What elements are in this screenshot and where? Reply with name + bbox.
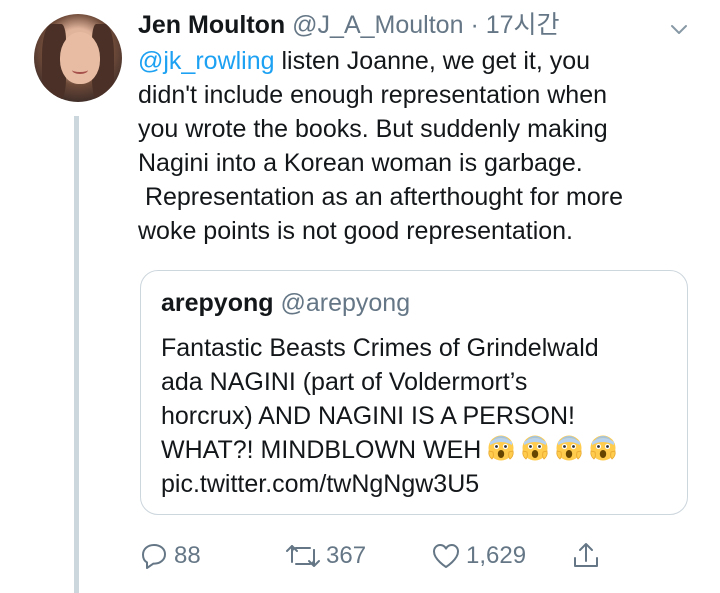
quoted-text-line: ada NAGINI (part of Voldermort’s — [161, 368, 528, 396]
quoted-author-name: arepyong — [161, 289, 274, 317]
tweet-text-line: Representation as an afterthought for mo… — [138, 183, 624, 211]
quoted-author-handle: @arepyong — [280, 289, 411, 317]
screaming-face-emoji — [488, 435, 514, 461]
reply-icon — [142, 544, 166, 569]
tweet-text-line: didn't include enough representation whe… — [138, 81, 608, 109]
reply-count: 88 — [174, 542, 201, 569]
heart-icon — [433, 544, 459, 568]
emoji-group — [481, 435, 617, 464]
quoted-text-segment: WHAT?! MINDBLOWN WEH — [161, 436, 482, 464]
mention-link[interactable]: @jk_rowling — [138, 47, 275, 75]
tweet-header: Jen Moulton @J_A_Moulton · 17시간 — [138, 8, 560, 42]
screaming-face-emoji — [556, 435, 582, 461]
quoted-text-line: Fantastic Beasts Crimes of Grindelwald — [161, 334, 599, 362]
tweet-text-line: @jk_rowling listen Joanne, we get it, yo… — [138, 44, 698, 78]
author-avatar[interactable] — [34, 14, 122, 102]
share-icon — [574, 543, 598, 567]
tweet-text-segment: listen Joanne, we get it, you — [274, 47, 591, 75]
like-count: 1,629 — [466, 542, 527, 569]
author-handle[interactable]: @J_A_Moulton — [292, 11, 463, 39]
quoted-pic-link[interactable]: pic.twitter.com/twNgNgw3U5 — [161, 467, 681, 501]
author-name[interactable]: Jen Moulton — [138, 11, 285, 39]
quoted-text-line: horcrux) AND NAGINI IS A PERSON! — [161, 402, 576, 430]
like-button[interactable]: 1,629 — [430, 538, 526, 574]
thread-connector-line — [74, 116, 79, 593]
tweet-text-line: woke points is not good representation. — [138, 217, 573, 245]
tweet-timestamp[interactable]: 17시간 — [486, 11, 560, 39]
retweet-button[interactable]: 367 — [284, 538, 366, 574]
retweet-count: 367 — [326, 542, 367, 569]
chevron-down-icon[interactable] — [668, 18, 690, 40]
quoted-tweet-card[interactable]: arepyong @arepyong Fantastic Beasts Crim… — [140, 270, 688, 515]
tweet-text-line: you wrote the books. But suddenly making — [138, 115, 608, 143]
avatar-face — [60, 32, 100, 84]
quoted-tweet-header: arepyong @arepyong — [161, 287, 410, 319]
reply-button[interactable]: 88 — [138, 538, 201, 574]
screaming-face-emoji — [590, 435, 616, 461]
quoted-text-line-with-emoji: WHAT?! MINDBLOWN WEH — [161, 433, 681, 467]
quoted-tweet-body: Fantastic Beasts Crimes of Grindelwald a… — [161, 331, 681, 501]
retweet-icon — [286, 545, 320, 567]
share-button[interactable] — [570, 538, 606, 574]
header-separator: · — [470, 11, 479, 39]
avatar-smile — [72, 66, 88, 74]
tweet-action-bar: 88 367 1,629 — [138, 538, 618, 574]
tweet-body: @jk_rowling listen Joanne, we get it, yo… — [138, 44, 698, 248]
tweet-text-line: Nagini into a Korean woman is garbage. — [138, 149, 583, 177]
screaming-face-emoji — [522, 435, 548, 461]
